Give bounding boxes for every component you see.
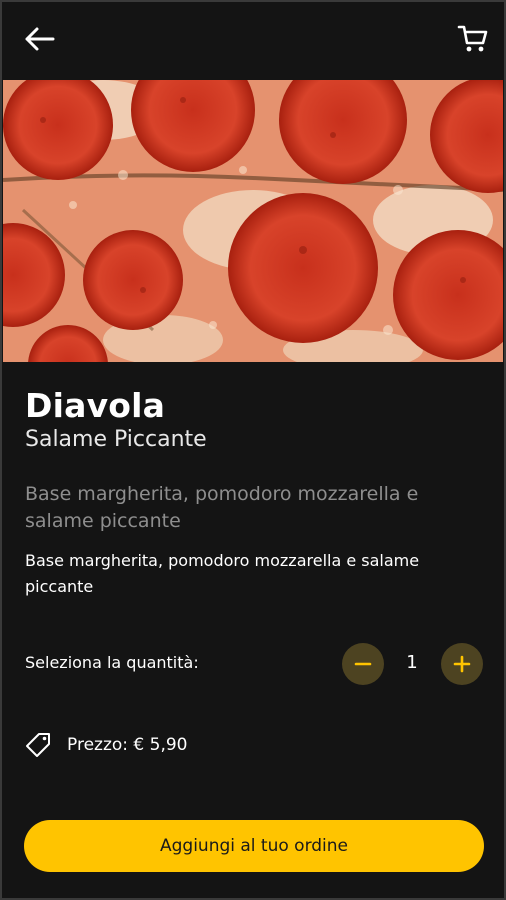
top-bar (0, 0, 506, 80)
increase-quantity-button[interactable] (441, 643, 483, 685)
plus-icon (453, 655, 471, 673)
minus-icon (354, 662, 372, 666)
add-to-order-button[interactable]: Aggiungi al tuo ordine (24, 820, 484, 872)
product-description-small: Base margherita, pomodoro mozzarella e s… (25, 551, 420, 596)
quantity-label: Seleziona la quantità: (25, 653, 199, 672)
quantity-value: 1 (406, 652, 418, 673)
decrease-quantity-button[interactable] (342, 643, 384, 685)
product-subtitle: Salame Piccante (25, 427, 207, 452)
product-image (3, 80, 503, 362)
shopping-cart-icon (457, 25, 488, 52)
product-description-large: Base margherita, pomodoro mozzarella e s… (25, 483, 419, 532)
price-tag-icon (26, 733, 50, 757)
price-row: Prezzo: € 5,90 (25, 730, 187, 760)
product-title: Diavola (25, 386, 166, 425)
back-button[interactable] (18, 20, 60, 58)
arrow-left-icon (25, 27, 55, 51)
price-text: Prezzo: € 5,90 (67, 735, 188, 755)
cart-button[interactable] (452, 20, 494, 58)
